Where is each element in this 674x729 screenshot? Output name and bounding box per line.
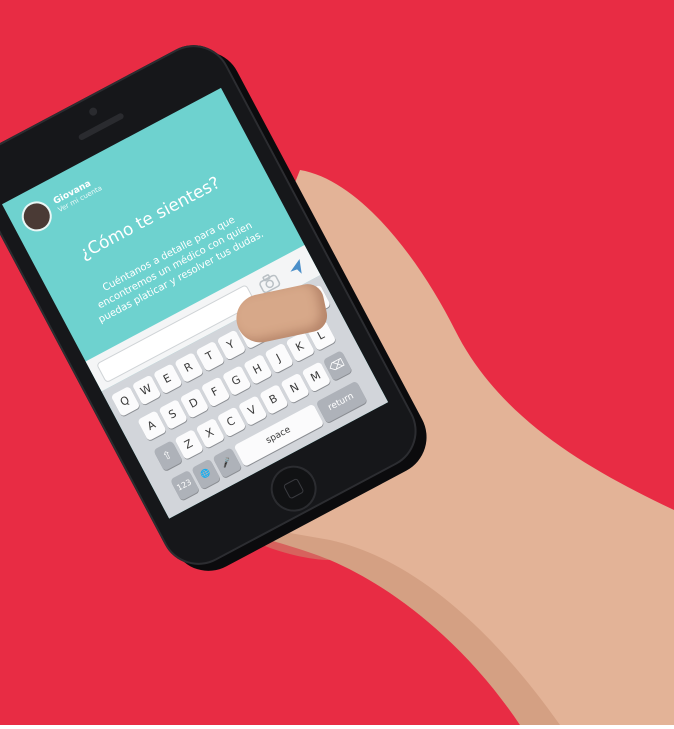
profile-text: Giovana Ver mi cuenta (52, 175, 103, 214)
red-background: Giovana Ver mi cuenta ¿Cómo te sientes? … (0, 0, 674, 725)
send-icon[interactable] (283, 255, 310, 282)
return-key[interactable]: return (315, 380, 368, 424)
bottom-border (0, 725, 674, 729)
avatar[interactable] (16, 196, 58, 237)
